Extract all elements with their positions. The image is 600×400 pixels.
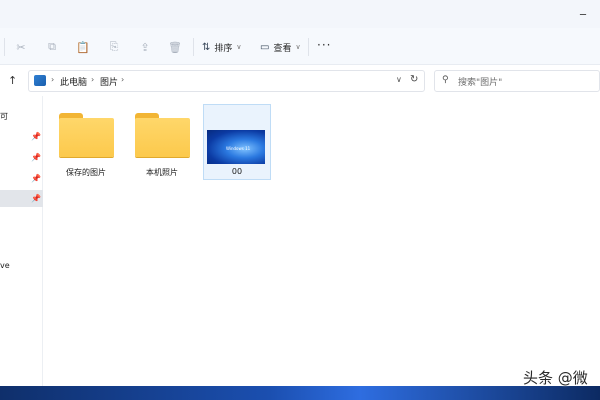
search-placeholder: 搜索"图片"	[458, 78, 503, 88]
breadcrumb-chevron-icon: ›	[121, 75, 125, 84]
view-label: 查看	[273, 43, 292, 54]
sort-button[interactable]: ⇅ 排序 ∨	[202, 38, 242, 56]
view-icon: ▭	[260, 41, 270, 53]
up-arrow-icon[interactable]: ↑	[8, 74, 17, 87]
delete-icon[interactable]: 🗑	[167, 39, 183, 55]
view-button[interactable]: ▭ 查看 ∨	[260, 38, 301, 56]
chevron-down-icon[interactable]: ∨	[396, 75, 402, 84]
pin-icon: 📌	[31, 194, 41, 203]
toolbar-separator	[4, 38, 5, 56]
copy-icon[interactable]: ⧉	[44, 39, 60, 55]
share-icon[interactable]: ⇪	[137, 39, 153, 55]
watermark: 头条 @微	[523, 369, 588, 387]
refresh-icon[interactable]: ↻	[410, 74, 418, 85]
toolbar-separator	[193, 38, 194, 56]
sidebar-item-label[interactable]: ve	[0, 261, 10, 270]
title-bar	[0, 0, 600, 28]
search-icon: ⚲	[442, 75, 449, 85]
thumbnail-caption: Windows 11	[226, 146, 251, 151]
folder-item[interactable]: 本机照片	[124, 104, 200, 180]
breadcrumb-chevron-icon: ›	[91, 75, 95, 84]
folder-name: 保存的图片	[66, 168, 106, 177]
file-name: 00	[231, 167, 243, 176]
pin-icon: 📌	[31, 132, 41, 141]
minimize-button[interactable]: ─	[580, 10, 592, 22]
chevron-down-icon: ∨	[236, 43, 242, 51]
sort-icon: ⇅	[202, 41, 211, 53]
folder-item[interactable]: 保存的图片	[48, 104, 124, 180]
chevron-down-icon: ∨	[295, 43, 301, 51]
folder-icon	[59, 113, 114, 157]
toolbar-separator	[308, 38, 309, 56]
folder-name: 本机照片	[146, 168, 178, 177]
breadcrumb-chevron-icon: ›	[51, 75, 55, 84]
desktop-background-strip	[0, 386, 600, 400]
breadcrumb-this-pc[interactable]: 此电脑	[60, 75, 87, 88]
pin-icon: 📌	[31, 153, 41, 162]
breadcrumb-pictures[interactable]: 图片	[100, 75, 118, 88]
pin-icon: 📌	[31, 174, 41, 183]
folder-icon	[135, 113, 190, 157]
cut-icon[interactable]: ✂	[13, 39, 29, 55]
paste-icon[interactable]: 📋	[75, 39, 91, 55]
address-bar[interactable]	[28, 70, 425, 92]
rename-icon[interactable]: ⎘	[106, 39, 122, 55]
sort-label: 排序	[214, 43, 233, 54]
more-options-button[interactable]: ···	[317, 38, 331, 56]
pictures-location-icon	[34, 75, 46, 86]
sidebar-item-label[interactable]: 可	[0, 111, 8, 122]
